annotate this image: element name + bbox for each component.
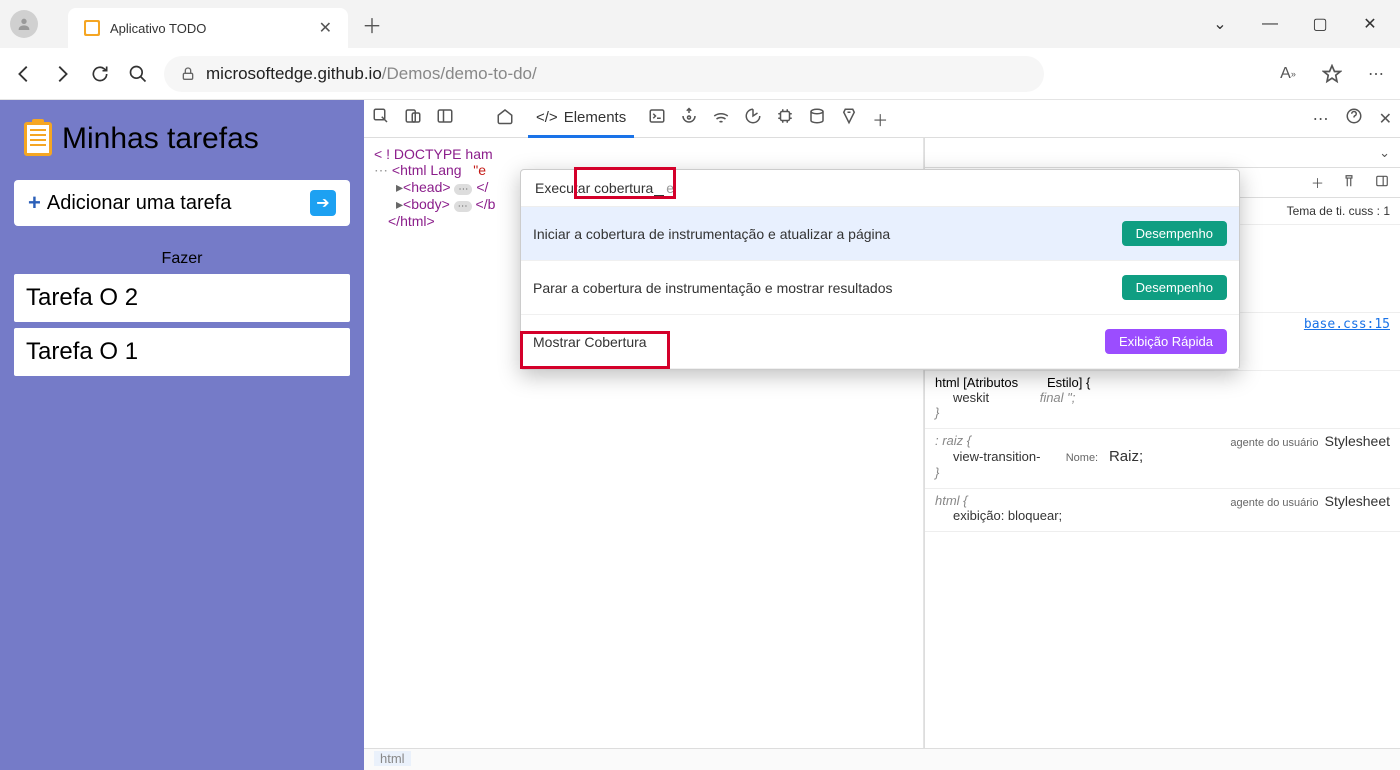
tab-favicon — [84, 20, 100, 36]
plus-icon: + — [28, 190, 41, 216]
command-menu-item[interactable]: Iniciar a cobertura de instrumentação e … — [521, 207, 1239, 261]
back-button[interactable] — [12, 62, 36, 86]
command-menu-item[interactable]: Parar a cobertura de instrumentação e mo… — [521, 261, 1239, 315]
device-toggle-icon[interactable] — [404, 107, 422, 130]
security-tab-icon[interactable] — [840, 107, 858, 130]
app-viewport: Minhas tarefas + Adicionar uma tarefa ➔ … — [0, 100, 364, 770]
command-item-badge: Desempenho — [1122, 221, 1227, 246]
command-item-badge: Exibição Rápida — [1105, 329, 1227, 354]
sources-tab-icon[interactable] — [680, 107, 698, 130]
application-tab-icon[interactable] — [808, 107, 826, 130]
command-menu-item[interactable]: Mostrar Cobertura Exibição Rápida — [521, 315, 1239, 369]
tab-title: Aplicativo TODO — [110, 21, 309, 36]
address-bar[interactable]: microsoftedge.github.io/Demos/demo-to-do… — [164, 56, 1044, 92]
chevron-down-icon[interactable]: ⌄ — [1379, 145, 1390, 161]
performance-tab-icon[interactable] — [744, 107, 762, 130]
command-item-label: Iniciar a cobertura de instrumentação e … — [533, 226, 890, 242]
css-source-link[interactable]: base.css:15 — [1304, 317, 1390, 332]
memory-tab-icon[interactable] — [776, 107, 794, 130]
devtools-menu-icon[interactable]: ⋯ — [1313, 109, 1329, 129]
refresh-button[interactable] — [88, 62, 112, 86]
profile-avatar[interactable] — [10, 10, 38, 38]
inspect-icon[interactable] — [372, 107, 390, 130]
command-item-badge: Desempenho — [1122, 275, 1227, 300]
command-item-label: Parar a cobertura de instrumentação e mo… — [533, 280, 893, 296]
tab-elements[interactable]: </> Elements — [528, 100, 634, 138]
styles-toolbar: ⌄ — [925, 138, 1400, 168]
favorite-icon[interactable] — [1320, 62, 1344, 86]
clipboard-icon — [24, 122, 52, 156]
more-tabs-button[interactable]: ＋ — [872, 107, 888, 131]
close-devtools-icon[interactable]: ✕ — [1379, 109, 1392, 129]
section-heading: Fazer — [4, 250, 360, 268]
add-task-label: Adicionar uma tarefa — [47, 192, 304, 215]
panel-icon[interactable] — [436, 107, 454, 130]
close-window-button[interactable]: ✕ — [1360, 14, 1380, 34]
toggle-icon[interactable] — [1374, 174, 1390, 191]
lock-icon — [180, 66, 196, 82]
submit-task-button[interactable]: ➔ — [310, 190, 336, 216]
css-rule: agente do usuário Stylesheet : raiz { vi… — [925, 429, 1400, 489]
network-tab-icon[interactable] — [712, 107, 730, 130]
task-item[interactable]: Tarefa O 2 — [14, 274, 350, 322]
console-tab-icon[interactable] — [648, 107, 666, 130]
maximize-button[interactable]: ▢ — [1310, 14, 1330, 34]
app-title: Minhas tarefas — [62, 122, 259, 156]
minimize-button[interactable]: — — [1260, 14, 1280, 34]
command-item-label: Mostrar Cobertura — [533, 334, 647, 350]
browser-toolbar: microsoftedge.github.io/Demos/demo-to-do… — [0, 48, 1400, 100]
minimize-caret-icon[interactable]: ⌄ — [1210, 14, 1230, 34]
forward-button[interactable] — [50, 62, 74, 86]
code-icon: </> — [536, 109, 558, 126]
command-menu[interactable]: Executar coberturae Iniciar a cobertura … — [520, 169, 1240, 370]
new-tab-button[interactable]: ＋ — [362, 10, 382, 39]
search-icon[interactable] — [126, 62, 150, 86]
read-aloud-icon[interactable]: A» — [1276, 62, 1300, 86]
browser-tab[interactable]: Aplicativo TODO ✕ — [68, 8, 348, 48]
new-style-icon[interactable]: ＋ — [1311, 173, 1324, 192]
close-icon[interactable]: ✕ — [319, 18, 332, 38]
help-icon[interactable] — [1345, 107, 1363, 130]
url-text: microsoftedge.github.io/Demos/demo-to-do… — [206, 64, 537, 84]
window-titlebar: Aplicativo TODO ✕ ＋ ⌄ — ▢ ✕ — [0, 0, 1400, 48]
menu-button[interactable]: ⋯ — [1364, 62, 1388, 86]
dom-breadcrumb[interactable]: html — [364, 748, 1400, 770]
filter-icon[interactable] — [1342, 174, 1356, 191]
devtools-tabstrip: </> Elements ＋ ⋯ ✕ — [364, 100, 1400, 138]
add-task-row[interactable]: + Adicionar uma tarefa ➔ — [14, 180, 350, 226]
task-item[interactable]: Tarefa O 1 — [14, 328, 350, 376]
command-search-input[interactable]: Executar coberturae — [521, 170, 1239, 207]
css-rule: agente do usuário Stylesheet html { exib… — [925, 489, 1400, 532]
window-controls: ⌄ — ▢ ✕ — [1210, 14, 1400, 34]
css-rule: html [Atributos Estilo] { weskit final "… — [925, 371, 1400, 429]
welcome-tab-icon[interactable] — [496, 107, 514, 130]
